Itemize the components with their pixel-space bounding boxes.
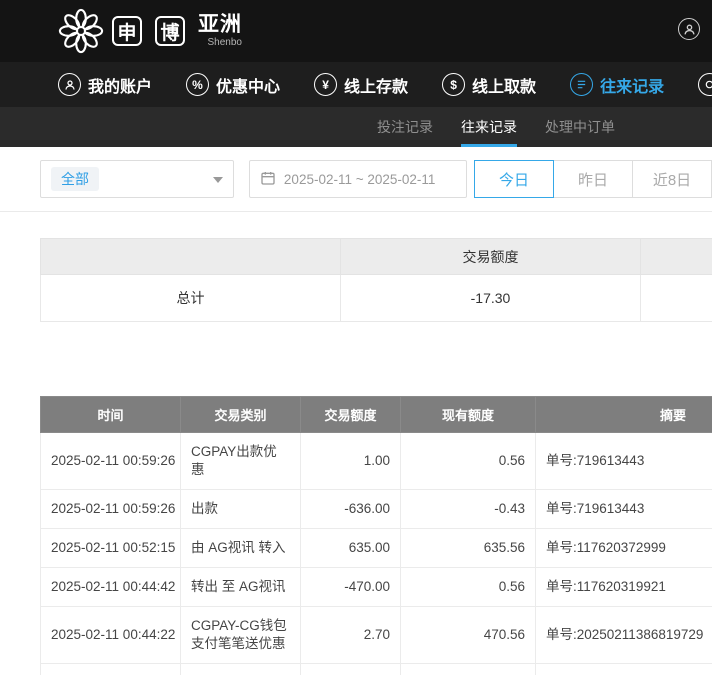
table-row: 2025-02-11 00:52:15由 AG视讯 转入635.00635.56… <box>41 529 712 568</box>
nav-label: 我的账户 <box>88 73 152 97</box>
cell-type: 由 AG视讯 转入 <box>181 529 301 568</box>
summary-header-amount: 交易额度 <box>341 239 641 275</box>
cell-summary: 单号:117620372999 <box>536 529 712 568</box>
quick-range-group: 今日 昨日 近8日 <box>475 160 712 198</box>
date-range-input[interactable]: 2025-02-11 ~ 2025-02-11 <box>249 160 467 198</box>
summary-total-value: -17.30 <box>341 275 641 322</box>
last-8-days-button[interactable]: 近8日 <box>632 160 712 198</box>
cell-summary: 单号:719613443 <box>536 433 712 490</box>
nav-label: 线上存款 <box>344 73 408 97</box>
cell-balance: 0.56 <box>401 568 536 607</box>
summary-table: 交易额度 总计 -17.30 <box>40 238 712 322</box>
summary-header-row: 交易额度 <box>41 239 712 275</box>
header-amount: 交易额度 <box>301 397 401 433</box>
user-icon <box>58 73 81 96</box>
brand-char-shen: 申 <box>112 16 142 46</box>
summary-total-label: 总计 <box>41 275 341 322</box>
summary-total-row: 总计 -17.30 <box>41 275 712 322</box>
cell-amount: -470.00 <box>301 568 401 607</box>
nav-item-records[interactable]: 往来记录 <box>570 73 664 97</box>
cell-time: 2025-02-11 00:59:26 <box>41 433 181 490</box>
cell-summary: 单号:20250211386819729 <box>536 664 712 675</box>
table-row: 2025-02-11 00:59:26CGPAY出款优惠1.000.56单号:7… <box>41 433 712 490</box>
cell-balance: 467.86 <box>401 664 536 675</box>
cell-balance: 0.56 <box>401 433 536 490</box>
tab-transaction-records[interactable]: 往来记录 <box>461 107 517 147</box>
records-icon <box>570 73 593 96</box>
type-filter-value: 全部 <box>51 167 99 191</box>
brand-char-bo: 博 <box>155 16 185 46</box>
cell-amount: -636.00 <box>301 490 401 529</box>
brand-region: 亚洲 <box>198 14 242 35</box>
cell-summary: 单号:117620319921 <box>536 568 712 607</box>
cell-time: 2025-02-11 00:59:26 <box>41 490 181 529</box>
flower-logo-icon <box>58 8 104 54</box>
nav-item-my-account[interactable]: 我的账户 <box>58 73 152 97</box>
cell-amount: 1.00 <box>301 433 401 490</box>
nav-label: 线上取款 <box>472 73 536 97</box>
cell-summary: 单号:20250211386819729 <box>536 607 712 664</box>
cell-balance: 470.56 <box>401 607 536 664</box>
table-row: 2025-02-11 00:44:42转出 至 AG视讯-470.000.56单… <box>41 568 712 607</box>
yesterday-button[interactable]: 昨日 <box>553 160 633 198</box>
withdraw-icon: $ <box>442 73 465 96</box>
cell-type: 出款 <box>181 490 301 529</box>
cell-time: 2025-02-11 00:44:22 <box>41 664 181 675</box>
header-time: 时间 <box>41 397 181 433</box>
summary-header-empty <box>41 239 341 275</box>
deposit-icon: ¥ <box>314 73 337 96</box>
tab-processing-orders[interactable]: 处理中订单 <box>545 107 615 147</box>
calendar-icon <box>260 170 276 189</box>
nav-item-promotions[interactable]: % 优惠中心 <box>186 73 280 97</box>
chevron-down-icon <box>213 177 223 183</box>
main-nav: 我的账户 % 优惠中心 ¥ 线上存款 $ 线上取款 往来记录 <box>0 62 712 107</box>
nav-item-deposit[interactable]: ¥ 线上存款 <box>314 73 408 97</box>
summary-header-cut <box>641 239 712 275</box>
filter-bar: 全部 2025-02-11 ~ 2025-02-11 今日 昨日 近8日 <box>0 147 712 212</box>
summary-total-cut <box>641 275 712 322</box>
records-tbody: 2025-02-11 00:59:26CGPAY出款优惠1.000.56单号:7… <box>41 433 712 675</box>
nav-label: 优惠中心 <box>216 73 280 97</box>
date-range-value: 2025-02-11 ~ 2025-02-11 <box>284 172 436 187</box>
cell-amount: 2.70 <box>301 607 401 664</box>
cell-amount: 635.00 <box>301 529 401 568</box>
records-tab-bar: 投注记录 往来记录 处理中订单 <box>0 107 712 147</box>
more-icon <box>698 73 712 96</box>
cell-balance: -0.43 <box>401 490 536 529</box>
brand-subtitle: Shenbo <box>208 38 242 48</box>
header-summary: 摘要 <box>536 397 712 433</box>
cell-time: 2025-02-11 00:52:15 <box>41 529 181 568</box>
cell-amount: 450.00 <box>301 664 401 675</box>
cell-balance: 635.56 <box>401 529 536 568</box>
nav-item-overflow[interactable] <box>698 73 712 96</box>
header-balance: 现有额度 <box>401 397 536 433</box>
cell-type: CGPAY-CG钱包支付笔笔送优惠 <box>181 607 301 664</box>
type-filter-select[interactable]: 全部 <box>40 160 234 198</box>
brand-logo: 申 博 亚洲 Shenbo <box>58 8 242 54</box>
nav-label: 往来记录 <box>600 73 664 97</box>
cell-type: 转出 至 AG视讯 <box>181 568 301 607</box>
account-avatar[interactable] <box>678 18 700 41</box>
top-bar: 申 博 亚洲 Shenbo <box>0 0 712 62</box>
user-avatar-icon <box>678 18 700 40</box>
records-table: 时间 交易类别 交易额度 现有额度 摘要 2025-02-11 00:59:26… <box>40 396 712 675</box>
records-header-row: 时间 交易类别 交易额度 现有额度 摘要 <box>41 397 712 433</box>
cell-type: CGPAY支付 <box>181 664 301 675</box>
promo-icon: % <box>186 73 209 96</box>
cell-time: 2025-02-11 00:44:22 <box>41 607 181 664</box>
header-type: 交易类别 <box>181 397 301 433</box>
table-row: 2025-02-11 00:44:22CGPAY支付450.00467.86单号… <box>41 664 712 675</box>
table-row: 2025-02-11 00:59:26出款-636.00-0.43单号:7196… <box>41 490 712 529</box>
tab-betting-records[interactable]: 投注记录 <box>377 107 433 147</box>
table-row: 2025-02-11 00:44:22CGPAY-CG钱包支付笔笔送优惠2.70… <box>41 607 712 664</box>
today-button[interactable]: 今日 <box>474 160 554 198</box>
brand-region-wrap: 亚洲 Shenbo <box>198 14 242 48</box>
cell-type: CGPAY出款优惠 <box>181 433 301 490</box>
cell-summary: 单号:719613443 <box>536 490 712 529</box>
nav-item-withdraw[interactable]: $ 线上取款 <box>442 73 536 97</box>
cell-time: 2025-02-11 00:44:42 <box>41 568 181 607</box>
